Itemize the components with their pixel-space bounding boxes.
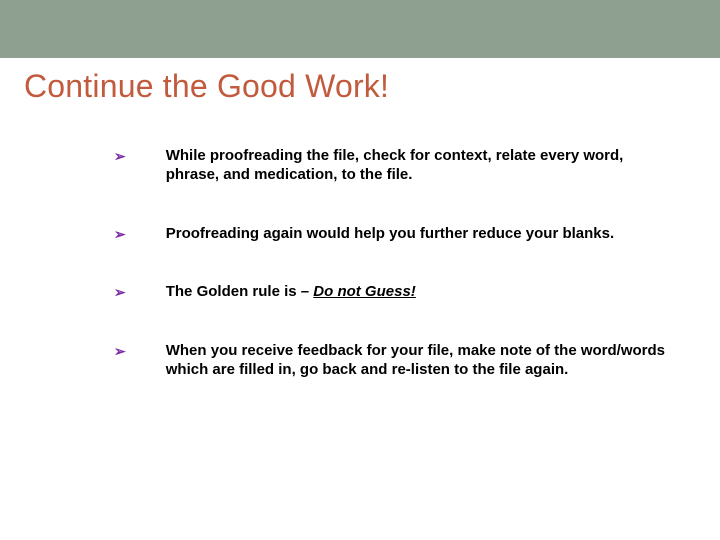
bullet-text: While proofreading the file, check for c… <box>166 147 672 185</box>
list-item: ➢ The Golden rule is – Do not Guess! <box>114 283 672 302</box>
chevron-right-icon: ➢ <box>114 342 126 360</box>
bullet-list: ➢ While proofreading the file, check for… <box>114 147 672 380</box>
bullet-text-prefix: The Golden rule is – <box>166 283 314 300</box>
bullet-text-emphasis: Do not Guess! <box>313 283 416 300</box>
chevron-right-icon: ➢ <box>114 147 126 165</box>
slide-title: Continue the Good Work! <box>24 68 696 105</box>
bullet-text: When you receive feedback for your file,… <box>166 342 672 380</box>
header-band <box>0 0 720 58</box>
list-item: ➢ While proofreading the file, check for… <box>114 147 672 185</box>
chevron-right-icon: ➢ <box>114 225 126 243</box>
list-item: ➢ Proofreading again would help you furt… <box>114 225 672 244</box>
bullet-text: Proofreading again would help you furthe… <box>166 225 672 244</box>
bullet-text: The Golden rule is – Do not Guess! <box>166 283 672 302</box>
chevron-right-icon: ➢ <box>114 283 126 301</box>
slide-content: Continue the Good Work! ➢ While proofrea… <box>0 58 720 380</box>
list-item: ➢ When you receive feedback for your fil… <box>114 342 672 380</box>
